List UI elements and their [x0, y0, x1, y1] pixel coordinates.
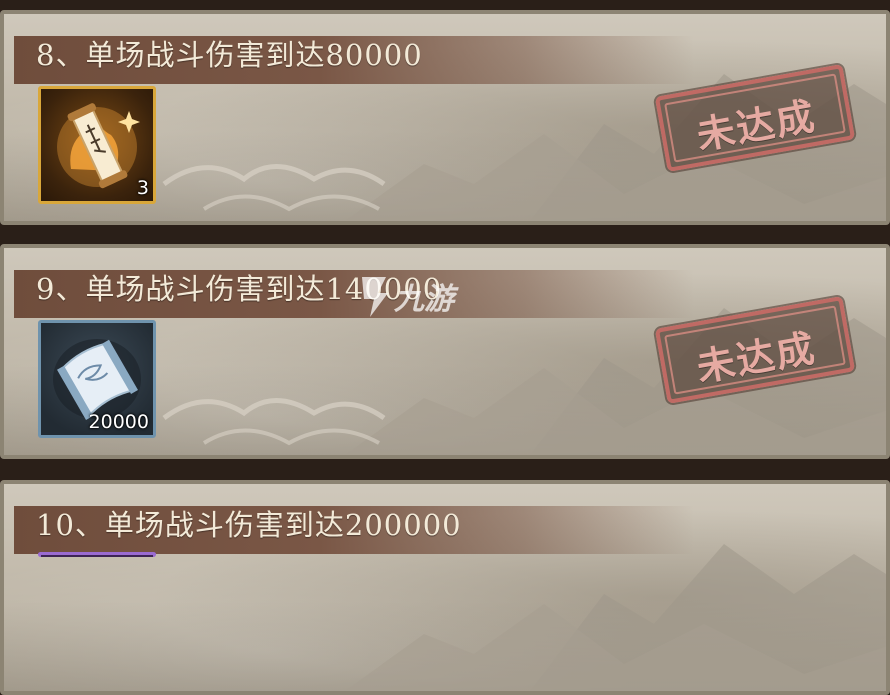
- watermark: 九游: [356, 268, 454, 324]
- reward-quantity: 3: [136, 177, 149, 199]
- reward-scroll-item-blue[interactable]: 20000: [38, 320, 156, 438]
- nine-game-logo-icon: [362, 277, 388, 317]
- watermark-text: 九游: [394, 282, 454, 317]
- reward-scroll-item-gold[interactable]: 3: [38, 86, 156, 204]
- reward-item-purple[interactable]: [38, 552, 156, 557]
- task-8-title: 8、单场战斗伤害到达80000: [36, 38, 423, 72]
- reward-quantity: 20000: [88, 411, 149, 433]
- task-10-title: 10、单场战斗伤害到达200000: [36, 508, 462, 542]
